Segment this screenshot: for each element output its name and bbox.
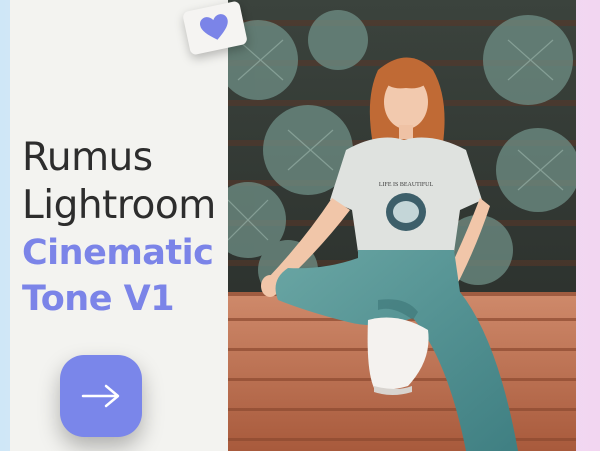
model-photo: LIFE IS BEAUTIFUL — [228, 0, 576, 451]
title-line-2: Lightroom — [22, 183, 216, 228]
cover-card: Rumus Lightroom Cinematic Tone V1 LIFE I… — [10, 0, 576, 451]
title-line-1: Rumus — [22, 135, 153, 180]
next-button[interactable] — [60, 355, 142, 437]
title-line-3: Cinematic — [22, 233, 214, 273]
heart-icon — [199, 14, 228, 40]
title-line-4: Tone V1 — [22, 279, 175, 319]
tshirt-text: LIFE IS BEAUTIFUL — [379, 182, 434, 188]
arrow-right-icon — [81, 384, 120, 408]
page-title: Rumus Lightroom Cinematic Tone V1 — [22, 134, 232, 322]
photo-illustration: LIFE IS BEAUTIFUL — [228, 0, 576, 451]
